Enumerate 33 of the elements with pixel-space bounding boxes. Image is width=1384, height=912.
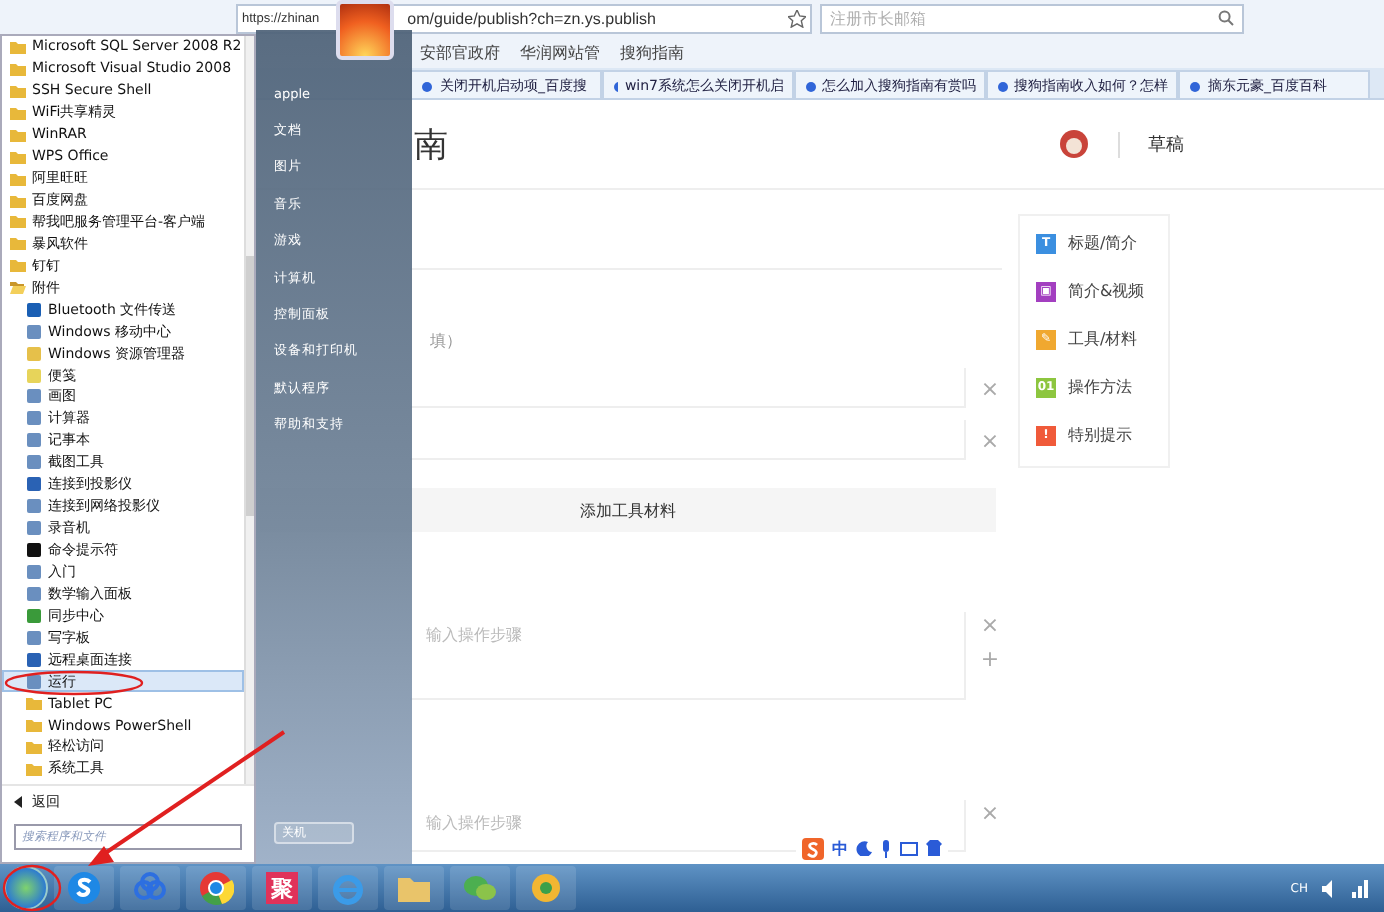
avatar-icon[interactable] [1058,128,1090,160]
left-arrow-icon [14,795,22,807]
highlight-ellipse [4,670,144,696]
star-icon[interactable] [788,9,806,27]
bookmark-link[interactable]: 安部官政府 [420,41,500,63]
field-label: 填） [428,330,464,354]
url-text: om/guide/publish?ch=zn.ys.publish [407,9,656,27]
signal-icon[interactable] [1350,879,1368,897]
volume-icon[interactable] [1320,879,1338,897]
bookmark-link[interactable]: 华润网站管 [520,41,600,63]
app-tile[interactable]: 聚 [266,872,298,904]
app-icon[interactable] [528,870,564,906]
monitor-icon [26,476,42,493]
shirt-icon[interactable] [926,840,942,856]
site-logo: 南 [414,123,448,167]
scrollbar[interactable] [243,36,254,784]
browser-icon[interactable] [66,870,102,906]
note-icon [26,367,42,384]
keyboard-icon[interactable] [900,841,918,855]
console-icon [26,542,42,559]
highlight-ellipse [2,864,62,912]
chrome-icon[interactable] [198,870,234,906]
user-picture [336,0,394,60]
bookmark-link[interactable]: 搜狗指南 [620,41,684,63]
search-icon[interactable] [1218,10,1234,26]
app-icon [26,323,42,340]
monitor-icon [26,651,42,668]
sync-icon [26,607,42,624]
bluetooth-icon [26,301,42,318]
moon-icon[interactable] [856,840,872,856]
drafts-link[interactable]: 草稿 [1118,131,1184,157]
app-icon [26,629,42,646]
microphone-icon[interactable] [880,839,892,857]
